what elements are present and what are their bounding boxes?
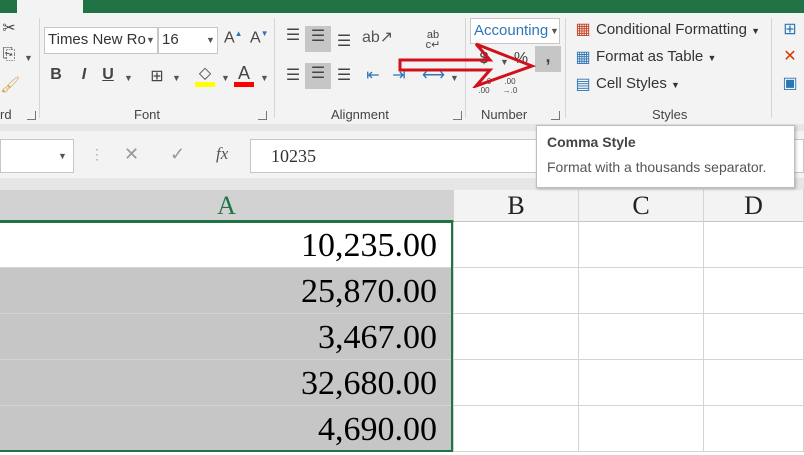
column-header-c[interactable]: C — [579, 190, 704, 222]
cell-styles-icon: ▤ — [575, 76, 591, 93]
title-bar — [0, 0, 804, 13]
cell-d4[interactable] — [704, 360, 804, 406]
align-left-icon[interactable]: ☰ — [282, 65, 304, 85]
tooltip-title: Comma Style — [547, 134, 636, 150]
enter-icon[interactable]: ✓ — [170, 144, 185, 165]
styles-group-label: Styles — [652, 107, 688, 122]
format-as-table-button[interactable]: Format as Table ▼ — [596, 48, 716, 65]
alignment-group-label: Alignment — [331, 107, 389, 122]
column-header-b[interactable]: B — [454, 190, 579, 222]
cell-d3[interactable] — [704, 314, 804, 360]
font-launcher-icon[interactable] — [258, 111, 267, 120]
bottom-align-icon[interactable]: ☰ — [333, 31, 355, 51]
tooltip-description: Format with a thousands separator. — [547, 159, 767, 175]
conditional-formatting-label: Conditional Formatting — [596, 21, 747, 38]
cell-b2[interactable] — [454, 268, 579, 314]
align-right-icon[interactable]: ☰ — [333, 65, 355, 85]
font-group-label: Font — [134, 107, 161, 122]
copy-dropdown-icon[interactable]: ▼ — [24, 53, 33, 63]
italic-button[interactable]: I — [76, 66, 92, 84]
cell-c5[interactable] — [579, 406, 704, 452]
cell-b5[interactable] — [454, 406, 579, 452]
format-as-table-label: Format as Table — [596, 48, 704, 65]
selection-border — [0, 221, 453, 452]
number-group-label: Number — [481, 107, 528, 122]
delete-cells-icon[interactable]: ✕ — [780, 46, 800, 66]
top-align-icon[interactable]: ☰ — [282, 25, 304, 45]
fill-color-swatch — [195, 82, 215, 87]
decrease-font-size-icon[interactable]: A▼ — [250, 29, 269, 47]
chevron-down-icon: ▼ — [206, 35, 215, 45]
ribbon-tab-home[interactable] — [17, 0, 83, 13]
cell-c2[interactable] — [579, 268, 704, 314]
number-format-value: Accounting — [474, 22, 549, 39]
chevron-down-icon: ▼ — [550, 26, 559, 36]
chevron-down-icon: ▼ — [146, 35, 155, 45]
cut-icon[interactable]: ✂ — [0, 18, 18, 38]
format-cells-icon[interactable]: ▣ — [780, 73, 800, 93]
cell-styles-label: Cell Styles — [596, 75, 667, 92]
number-launcher-icon[interactable] — [551, 111, 560, 120]
decrease-indent-icon[interactable]: ⇤ — [362, 65, 384, 85]
cell-b4[interactable] — [454, 360, 579, 406]
conditional-formatting-button[interactable]: Conditional Formatting ▼ — [596, 21, 760, 38]
middle-align-icon[interactable]: ☰ — [305, 26, 331, 52]
orientation-icon[interactable]: ab↗ — [362, 27, 393, 47]
bold-button[interactable]: B — [48, 66, 64, 84]
cell-d2[interactable] — [704, 268, 804, 314]
cell-d1[interactable] — [704, 222, 804, 268]
insert-cells-icon[interactable]: ⊞ — [780, 19, 800, 39]
underline-dropdown-icon[interactable]: ▼ — [124, 73, 133, 83]
fill-color-dropdown-icon[interactable]: ▼ — [221, 73, 230, 83]
alignment-launcher-icon[interactable] — [453, 111, 462, 120]
cell-c1[interactable] — [579, 222, 704, 268]
comma-style-tooltip: Comma Style Format with a thousands sepa… — [536, 125, 795, 188]
fill-color-icon[interactable]: ◇ — [195, 63, 215, 83]
column-header-d[interactable]: D — [704, 190, 804, 222]
cell-c4[interactable] — [579, 360, 704, 406]
font-color-swatch — [234, 82, 254, 87]
borders-icon[interactable]: ⊞ — [147, 66, 167, 86]
cell-b1[interactable] — [454, 222, 579, 268]
cell-b3[interactable] — [454, 314, 579, 360]
clipboard-launcher-icon[interactable] — [27, 111, 36, 120]
font-color-dropdown-icon[interactable]: ▼ — [260, 73, 269, 83]
column-header-a[interactable]: A — [0, 190, 454, 222]
cell-d5[interactable] — [704, 406, 804, 452]
increase-font-size-icon[interactable]: A▲ — [224, 29, 243, 47]
clipboard-group-label: rd — [0, 107, 12, 122]
comma-style-button[interactable]: , — [535, 46, 561, 72]
name-box-dropdown-icon[interactable]: ▼ — [58, 151, 67, 161]
cell-c3[interactable] — [579, 314, 704, 360]
copy-icon[interactable]: ⎘ — [0, 46, 18, 64]
font-size-value: 16 — [162, 31, 179, 48]
format-painter-icon[interactable]: 🖌 — [0, 75, 20, 95]
cell-styles-button[interactable]: Cell Styles ▼ — [596, 75, 680, 92]
font-color-button[interactable]: A — [234, 63, 254, 84]
format-as-table-icon: ▦ — [575, 49, 591, 66]
borders-dropdown-icon[interactable]: ▼ — [172, 73, 181, 83]
formula-bar-grip-icon: ⋮ — [90, 146, 104, 162]
underline-button[interactable]: U — [100, 66, 116, 84]
center-icon[interactable]: ☰ — [305, 63, 331, 89]
insert-function-icon[interactable]: fx — [216, 144, 228, 164]
conditional-formatting-icon: ▦ — [575, 21, 591, 38]
font-name-dropdown[interactable]: Times New Ro — [44, 27, 158, 54]
cancel-icon[interactable]: ✕ — [124, 144, 139, 165]
arrow-annotation-icon — [398, 42, 537, 88]
font-name-value: Times New Ro — [48, 31, 146, 48]
ribbon: ✂ ⎘ ▼ 🖌 rd Times New Ro ▼ 16 ▼ A▲ A▼ B I… — [0, 13, 804, 125]
